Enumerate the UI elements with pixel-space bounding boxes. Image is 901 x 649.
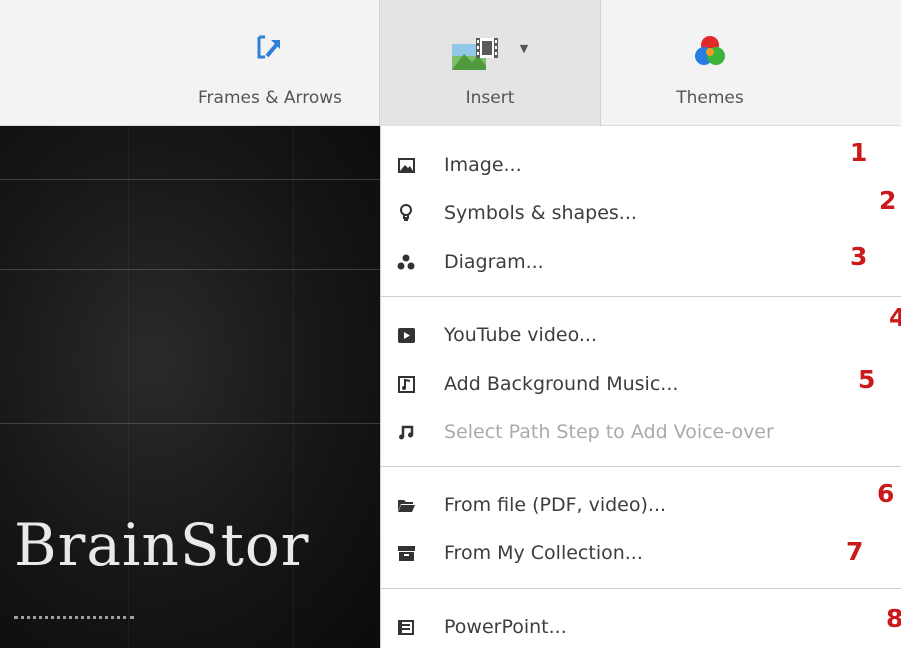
- themes-label: Themes: [676, 88, 744, 108]
- music-file-icon: [397, 375, 415, 393]
- powerpoint-icon: [397, 618, 415, 636]
- annotation-number: 4: [889, 303, 901, 332]
- insert-media-icon: ▼: [451, 34, 529, 74]
- themes-palette-icon: [693, 34, 727, 74]
- menu-item-diagram[interactable]: Diagram...: [381, 240, 901, 284]
- annotation-number: 3: [850, 242, 868, 271]
- menu-separator: [381, 466, 901, 467]
- folder-icon: [397, 496, 415, 514]
- menu-item-voice-over: Select Path Step to Add Voice-over: [381, 410, 901, 454]
- menu-item-powerpoint[interactable]: PowerPoint...: [381, 605, 901, 649]
- chevron-down-icon: ▼: [519, 42, 529, 55]
- menu-item-symbols-shapes[interactable]: Symbols & shapes...: [381, 191, 901, 235]
- annotation-number: 1: [850, 138, 868, 167]
- canvas-title-text: BrainStor: [14, 511, 310, 579]
- annotation-number: 2: [879, 186, 897, 215]
- menu-separator: [381, 296, 901, 297]
- insert-button[interactable]: ▼ Insert: [379, 0, 601, 126]
- menu-item-label: Add Background Music...: [444, 373, 679, 395]
- image-icon: [397, 156, 415, 174]
- frames-arrows-label: Frames & Arrows: [198, 88, 342, 108]
- menu-item-background-music[interactable]: Add Background Music...: [381, 362, 901, 406]
- menu-item-from-collection[interactable]: From My Collection...: [381, 531, 901, 575]
- menu-item-label: Symbols & shapes...: [444, 202, 637, 224]
- music-note-icon: [397, 423, 415, 441]
- menu-item-image[interactable]: Image...: [381, 143, 901, 187]
- menu-separator: [381, 588, 901, 589]
- annotation-number: 5: [858, 365, 876, 394]
- insert-label: Insert: [465, 88, 515, 108]
- diagram-icon: [397, 253, 415, 271]
- themes-button[interactable]: Themes: [640, 0, 780, 125]
- frames-arrows-button[interactable]: Frames & Arrows: [180, 0, 360, 125]
- menu-item-label: Diagram...: [444, 251, 544, 273]
- insert-dropdown-menu: Image... Symbols & shapes... Diagram... …: [380, 126, 901, 648]
- menu-item-label: From My Collection...: [444, 542, 643, 564]
- menu-item-label: Image...: [444, 154, 522, 176]
- menu-item-label: YouTube video...: [444, 324, 597, 346]
- canvas-subtitle-decoration: [14, 616, 134, 639]
- annotation-number: 7: [846, 537, 864, 566]
- menu-item-label: From file (PDF, video)...: [444, 494, 667, 516]
- grid-line: [0, 423, 380, 424]
- grid-line: [0, 269, 380, 270]
- menu-item-from-file[interactable]: From file (PDF, video)...: [381, 483, 901, 527]
- annotation-number: 8: [886, 604, 901, 633]
- lightbulb-icon: [397, 204, 415, 222]
- grid-line: [0, 179, 380, 180]
- presentation-canvas[interactable]: BrainStor: [0, 126, 380, 648]
- menu-item-label: PowerPoint...: [444, 616, 567, 638]
- frames-arrows-icon: [257, 34, 283, 74]
- menu-item-youtube-video[interactable]: YouTube video...: [381, 313, 901, 357]
- collection-icon: [397, 544, 415, 562]
- youtube-icon: [397, 326, 415, 344]
- menu-item-label: Select Path Step to Add Voice-over: [444, 421, 774, 443]
- annotation-number: 6: [877, 479, 895, 508]
- top-toolbar: Frames & Arrows ▼ Insert Themes: [0, 0, 901, 126]
